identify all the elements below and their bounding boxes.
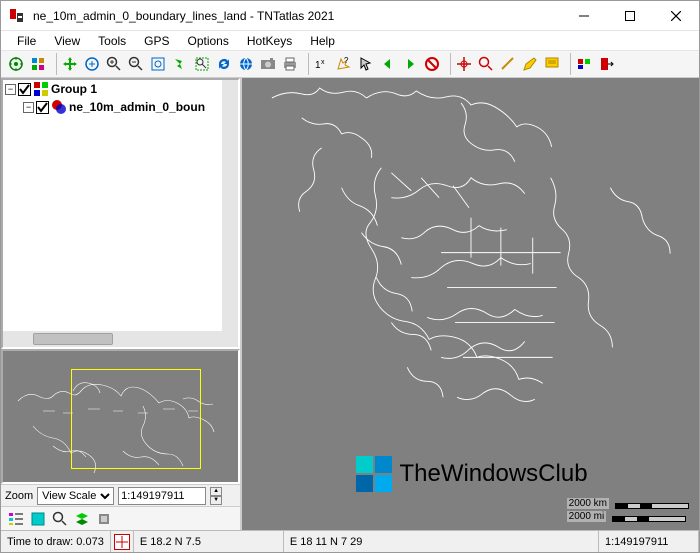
zoom-mode-select[interactable]: View Scale [37,487,114,505]
crosshair-button[interactable] [453,53,475,75]
zoom-selected-button[interactable] [191,53,213,75]
forward-button[interactable] [399,53,421,75]
tree-h-scrollbar[interactable] [3,331,222,347]
sketch-button[interactable] [519,53,541,75]
titlebar: ne_10m_admin_0_boundary_lines_land - TNT… [1,1,699,31]
menu-options[interactable]: Options [180,32,237,50]
layer-order-button[interactable] [27,508,49,530]
draw-time-value: 0.073 [76,536,104,548]
zoom-spin-down[interactable]: ▼ [210,496,222,505]
tree-v-scrollbar[interactable] [222,80,238,331]
layer-controls-button[interactable] [573,53,595,75]
menu-file[interactable]: File [9,32,44,50]
layers-stack-button[interactable] [71,508,93,530]
tree-layer-label: ne_10m_admin_0_boun [69,100,205,114]
scalebar-mi-label: 2000 mi [567,511,607,522]
left-panel: − Group 1 − ne_10m_admin_0_boun [1,78,242,530]
statusbar: Time to draw: 0.073 E 18.2 N 7.5 E 18 11… [1,530,699,552]
svg-text:?: ? [344,56,349,65]
stop-button[interactable] [421,53,443,75]
zoom-1x-button[interactable]: 1x [311,53,333,75]
main-toolbar: 1x ? [1,51,699,78]
draw-time-label: Time to draw: [7,536,73,548]
menu-view[interactable]: View [46,32,88,50]
scalebar: 2000 km 2000 mi [567,498,689,522]
checkbox-icon[interactable] [18,83,31,96]
refresh-button[interactable] [213,53,235,75]
scalebar-mi-bar [612,516,686,522]
exit-button[interactable] [595,53,617,75]
zoom-in-button[interactable] [103,53,125,75]
annotate-button[interactable] [541,53,563,75]
main-area: − Group 1 − ne_10m_admin_0_boun [1,78,699,530]
zoom-full-button[interactable] [147,53,169,75]
svg-text:x: x [321,59,325,66]
menubar: File View Tools GPS Options HotKeys Help [1,31,699,51]
open-button[interactable] [5,53,27,75]
zoom-scale-input[interactable] [118,487,206,505]
menu-help[interactable]: Help [302,32,343,50]
zoom-label: Zoom [5,490,33,502]
print-button[interactable] [279,53,301,75]
layer-tree-panel: − Group 1 − ne_10m_admin_0_boun [1,78,240,349]
tree-group-row[interactable]: − Group 1 [3,80,222,98]
nav-target-icon[interactable] [114,534,130,550]
layer-tree: − Group 1 − ne_10m_admin_0_boun [3,80,238,347]
menu-hotkeys[interactable]: HotKeys [239,32,300,50]
scalebar-km-bar [615,503,689,509]
menu-gps[interactable]: GPS [136,32,177,50]
scalebar-km-label: 2000 km [567,498,609,509]
zoom-box-button[interactable] [475,53,497,75]
zoom-bar: Zoom View Scale ▲ ▼ [1,484,240,506]
maximize-button[interactable] [607,1,653,31]
status-coord2: E 18 11 N 7 29 [284,531,599,552]
status-draw-time: Time to draw: 0.073 [1,531,111,552]
zoom-spin-up[interactable]: ▲ [210,487,222,496]
group-icon [33,81,49,97]
minimize-button[interactable] [561,1,607,31]
window-title: ne_10m_admin_0_boundary_lines_land - TNT… [25,9,561,23]
find-button[interactable] [49,508,71,530]
expand-icon[interactable]: − [23,102,34,113]
application-window: ne_10m_admin_0_boundary_lines_land - TNT… [0,0,700,553]
zoom-out-button[interactable] [125,53,147,75]
vector-layer-icon [51,99,67,115]
checkbox-icon[interactable] [36,101,49,114]
close-button[interactable] [653,1,699,31]
measure-button[interactable] [497,53,519,75]
locator-viewport-box[interactable] [71,369,201,469]
pan-to-button[interactable] [81,53,103,75]
tree-layer-row[interactable]: − ne_10m_admin_0_boun [3,98,222,116]
mini-toolbar [1,506,240,530]
tree-group-label: Group 1 [51,82,97,96]
status-scale: 1:149197911 [599,531,699,552]
snapshot-button[interactable] [257,53,279,75]
map-svg [242,78,699,530]
toolbar-separator [565,53,571,75]
status-nav-cell [111,531,134,552]
zoom-previous-button[interactable] [169,53,191,75]
layer-manager-button[interactable] [27,53,49,75]
back-button[interactable] [377,53,399,75]
geolock-button[interactable] [235,53,257,75]
toolbar-separator [303,53,309,75]
legend-button[interactable] [5,508,27,530]
pan-button[interactable] [59,53,81,75]
map-canvas[interactable]: 2000 km 2000 mi [242,78,699,530]
select-tool-button[interactable]: ? [333,53,355,75]
status-coord1: E 18.2 N 7.5 [134,531,284,552]
expand-icon[interactable]: − [5,84,16,95]
pointer-button[interactable] [355,53,377,75]
app-icon [9,8,25,24]
settings-button[interactable] [93,508,115,530]
locator-map[interactable] [1,349,240,484]
menu-tools[interactable]: Tools [90,32,134,50]
toolbar-separator [445,53,451,75]
zoom-spin-buttons: ▲ ▼ [210,487,222,505]
window-buttons [561,1,699,31]
toolbar-separator [51,53,57,75]
